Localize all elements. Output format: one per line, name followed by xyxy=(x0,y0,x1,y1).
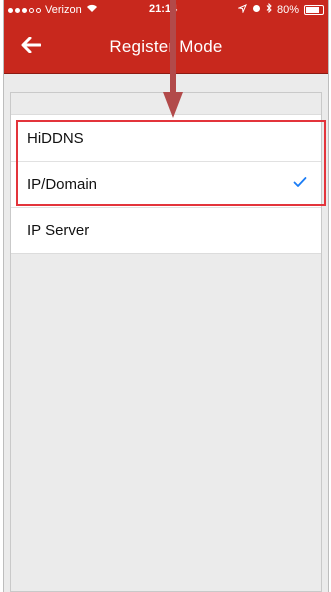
options-panel: HiDDNS IP/Domain IP Server xyxy=(10,92,322,592)
wifi-icon xyxy=(86,4,98,16)
page-title: Register Mode xyxy=(109,36,223,56)
back-arrow-icon[interactable] xyxy=(18,32,44,58)
carrier-name: Verizon xyxy=(45,4,82,16)
bluetooth-icon xyxy=(266,2,272,16)
signal-strength-icon xyxy=(8,7,41,13)
option-label: IP/Domain xyxy=(27,176,98,193)
list-item-ip-server[interactable]: IP Server xyxy=(11,207,321,253)
location-icon xyxy=(237,3,247,16)
checkmark-icon xyxy=(293,175,307,192)
list-item-hiddns[interactable]: HiDDNS xyxy=(11,115,321,161)
battery-icon xyxy=(304,4,324,15)
option-label: IP Server xyxy=(27,222,90,239)
status-bar: Verizon 21:14 80% xyxy=(4,0,328,20)
app-screen: Verizon 21:14 80% Register Mode HiDDNS I… xyxy=(3,0,329,592)
battery-percent: 80% xyxy=(276,3,299,16)
option-label: HiDDNS xyxy=(27,129,84,147)
navigation-bar: Register Mode xyxy=(4,20,328,74)
register-mode-list: HiDDNS IP/Domain IP Server xyxy=(11,114,321,254)
status-right: 80% xyxy=(237,2,324,16)
status-time: 21:14 xyxy=(149,3,178,15)
alarm-icon xyxy=(252,4,261,16)
list-item-ip-domain[interactable]: IP/Domain xyxy=(11,161,321,207)
